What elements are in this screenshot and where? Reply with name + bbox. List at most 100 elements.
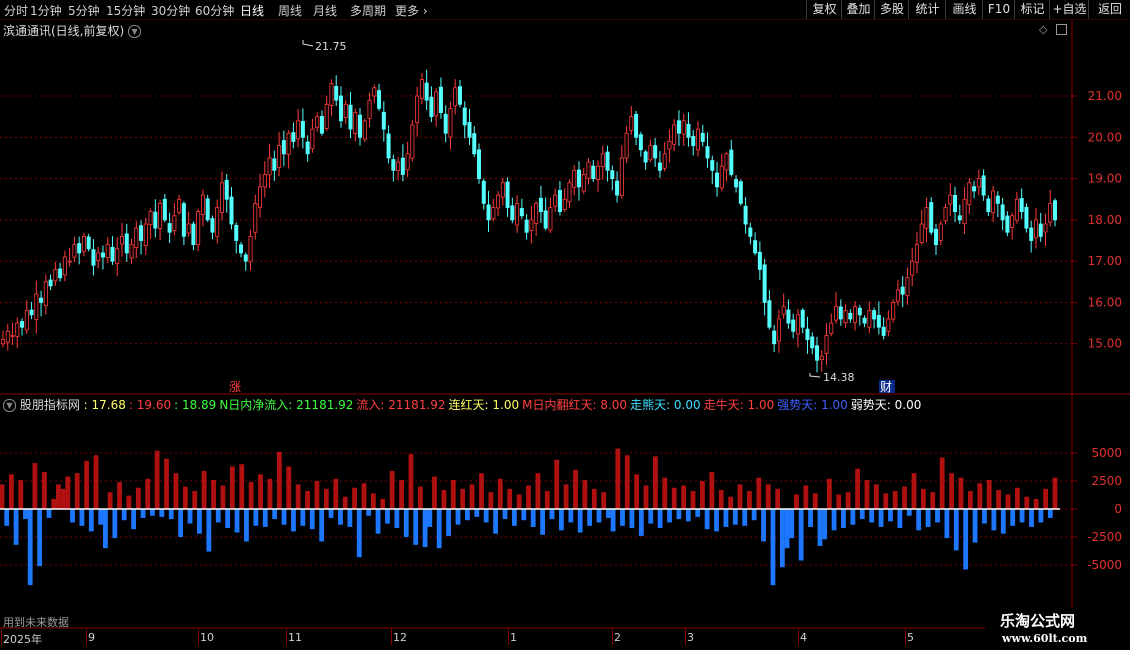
flow-bar bbox=[643, 485, 649, 509]
flow-bar bbox=[502, 509, 508, 520]
indicator-value-1: : 19.60 bbox=[128, 398, 172, 412]
toolbar-button-4[interactable]: 画线 bbox=[945, 0, 983, 19]
flow-bar bbox=[1000, 509, 1006, 534]
candle-body bbox=[181, 203, 186, 237]
indicator-header: ▼ 股朋指标网 : 17.68: 19.60: 18.89 N日内净流入: 211… bbox=[3, 396, 924, 413]
candle-body bbox=[1029, 227, 1034, 241]
flow-bar bbox=[333, 478, 339, 509]
flow-bar bbox=[784, 509, 790, 549]
candle-body bbox=[91, 249, 96, 266]
candle-body bbox=[96, 252, 101, 261]
flow-bar bbox=[403, 509, 409, 537]
chevron-down-icon[interactable]: ▼ bbox=[3, 399, 16, 412]
period-tab-4[interactable]: 30分钟 bbox=[151, 2, 190, 19]
flow-bar bbox=[591, 488, 597, 509]
flow-bar bbox=[32, 463, 38, 509]
candle-body bbox=[843, 310, 848, 323]
candle-body bbox=[229, 196, 234, 225]
candle-body bbox=[976, 178, 981, 188]
flow-bar bbox=[596, 509, 602, 523]
flow-bar bbox=[286, 466, 292, 509]
flow-bar bbox=[244, 509, 249, 542]
candle-body bbox=[895, 289, 900, 302]
candle-body bbox=[986, 198, 991, 213]
period-tab-6[interactable]: 日线 bbox=[240, 2, 264, 19]
candle-body bbox=[767, 300, 772, 328]
period-tab-7[interactable]: 周线 bbox=[278, 2, 302, 19]
candle-body bbox=[596, 165, 601, 180]
candle-body bbox=[305, 141, 310, 155]
flow-bar bbox=[892, 491, 898, 509]
period-toolbar: 分时 1分钟 5分钟 15分钟 30分钟 60分钟 日线 周线 月线 多周期 更多 › 复权 叠加 多股统… bbox=[0, 0, 1130, 20]
candle-body bbox=[581, 174, 586, 192]
candle-body bbox=[872, 310, 877, 320]
toolbar-button-2[interactable]: 多股 bbox=[874, 0, 909, 19]
flow-bar bbox=[323, 488, 329, 509]
candle-body bbox=[491, 207, 496, 220]
flow-tick-label: -5000 bbox=[1087, 558, 1122, 572]
flow-bar bbox=[963, 509, 969, 570]
candle-body bbox=[139, 225, 144, 241]
candle-body bbox=[515, 202, 520, 226]
flow-bar bbox=[220, 485, 226, 509]
window-icon[interactable] bbox=[1056, 24, 1067, 35]
candle-body bbox=[781, 306, 786, 315]
candle-body bbox=[438, 86, 443, 113]
candle-body bbox=[362, 120, 367, 140]
candle-body bbox=[995, 195, 1000, 204]
flow-bar bbox=[464, 509, 470, 521]
x-label-2: 10 bbox=[200, 631, 214, 644]
indicator-value-0: : 17.68 bbox=[83, 398, 126, 412]
flow-bar bbox=[347, 509, 353, 527]
toolbar-button-1[interactable]: 叠加 bbox=[841, 0, 875, 19]
candle-body bbox=[562, 198, 567, 211]
x-tick bbox=[1, 629, 2, 645]
toolbar-button-8[interactable]: 返回 bbox=[1088, 0, 1130, 19]
candle-body bbox=[67, 260, 72, 263]
period-tab-3[interactable]: 15分钟 bbox=[106, 2, 145, 19]
candle-body bbox=[29, 309, 34, 316]
flow-bar bbox=[206, 509, 212, 552]
chevron-down-icon[interactable]: ▼ bbox=[128, 25, 142, 38]
flow-bar bbox=[747, 491, 752, 509]
candle-body bbox=[77, 243, 82, 254]
period-tab-0[interactable]: 分时 bbox=[4, 2, 28, 19]
toolbar-button-3[interactable]: 统计 bbox=[908, 0, 946, 19]
candle-body bbox=[719, 165, 724, 189]
period-tab-1[interactable]: 1分钟 bbox=[30, 2, 62, 19]
candle-body bbox=[200, 194, 205, 215]
toolbar-button-6[interactable]: 标记 bbox=[1014, 0, 1050, 19]
flow-bar bbox=[634, 474, 640, 509]
candle-body bbox=[81, 235, 86, 252]
period-tab-2[interactable]: 5分钟 bbox=[68, 2, 100, 19]
period-tab-5[interactable]: 60分钟 bbox=[195, 2, 234, 19]
flow-bar bbox=[201, 470, 207, 509]
high-price-label: 21.75 bbox=[315, 40, 347, 53]
flow-bar bbox=[121, 509, 127, 521]
candle-body bbox=[710, 160, 715, 171]
toolbar-button-5[interactable]: F10 bbox=[982, 0, 1015, 19]
kline-chart[interactable]: 21.00 20.00 19.00 18.00 17.00 16.00 15.00 5000 2… bbox=[0, 20, 1130, 650]
flow-bar bbox=[140, 509, 146, 518]
candle-body bbox=[695, 128, 700, 151]
price-tick-label: 20.00 bbox=[1088, 130, 1122, 144]
x-tick bbox=[612, 629, 613, 645]
toolbar-button-0[interactable]: 复权 bbox=[806, 0, 842, 19]
candle-body bbox=[724, 153, 729, 171]
flow-bar bbox=[836, 494, 842, 509]
flow-bar bbox=[535, 473, 541, 509]
indicator-name: 股朋指标网 bbox=[19, 398, 80, 412]
candle-body bbox=[795, 314, 800, 335]
flow-bar bbox=[671, 487, 677, 509]
period-tab-10[interactable]: 更多 › bbox=[395, 2, 428, 19]
x-tick bbox=[508, 629, 509, 645]
candle-body bbox=[1048, 202, 1053, 223]
flow-bar bbox=[131, 509, 137, 530]
period-tab-8[interactable]: 月线 bbox=[313, 2, 337, 19]
toolbar-button-7[interactable]: +自选 bbox=[1049, 0, 1089, 19]
period-tab-9[interactable]: 多周期 bbox=[350, 2, 386, 19]
diamond-icon[interactable]: ◇ bbox=[1039, 23, 1047, 36]
candle-body bbox=[10, 335, 15, 337]
candle-body bbox=[672, 124, 677, 145]
candle-body bbox=[272, 158, 277, 171]
